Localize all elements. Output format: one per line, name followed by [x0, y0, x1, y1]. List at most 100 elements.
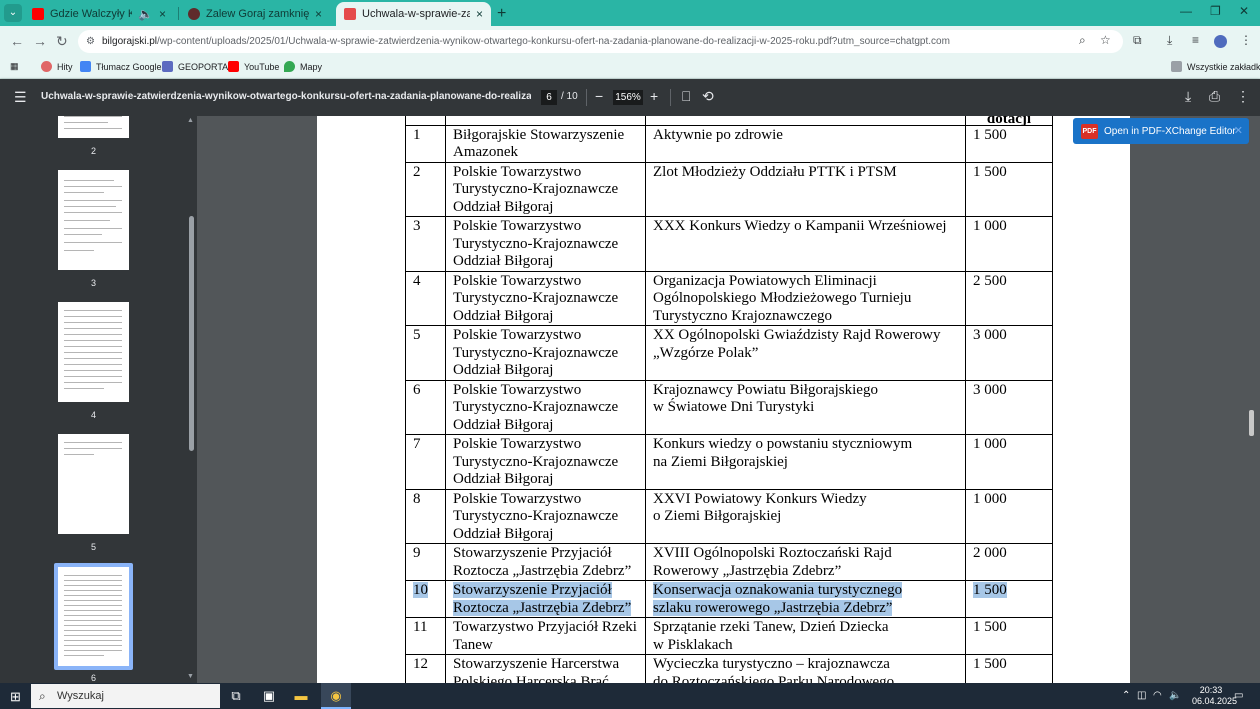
close-window-button[interactable]: ✕	[1239, 4, 1249, 18]
new-tab-button[interactable]: +	[497, 5, 506, 23]
zoom-in-button[interactable]: +	[650, 88, 658, 104]
tab-search-button[interactable]: ⌄	[4, 4, 22, 22]
zoom-out-button[interactable]: −	[595, 88, 603, 104]
bookmark-mapy[interactable]: Mapy	[284, 61, 322, 72]
tab-youtube[interactable]: Gdzie Walczyły Krasnoludy 🔈 ×	[24, 2, 174, 26]
task-view-icon[interactable]: ⧉	[228, 688, 244, 704]
cell-number: 8	[405, 488, 446, 544]
sidebar-scrollbar[interactable]	[189, 216, 194, 451]
thumbnail-label: 5	[90, 542, 96, 552]
cell-task-line: w Pisklakach	[653, 636, 733, 653]
download-icon[interactable]: ⤓	[1167, 33, 1172, 48]
network-icon[interactable]: ◫	[1137, 690, 1146, 701]
zoom-input[interactable]: 156%	[613, 90, 643, 105]
close-icon[interactable]: ×	[476, 7, 483, 21]
rotate-icon[interactable]: ⟲	[702, 88, 714, 105]
all-bookmarks[interactable]: Wszystkie zakładki	[1171, 61, 1260, 72]
apps-icon[interactable]: ▦	[10, 61, 19, 72]
tab-separator	[178, 7, 179, 20]
bookmark-hity[interactable]: Hity	[41, 61, 73, 72]
cell-organization-line: Polskiego Harcerska Brać	[453, 673, 609, 684]
table-row: 11 Towarzystwo Przyjaciół Rzeki Tanew Sprzą…	[405, 617, 1053, 655]
volume-icon[interactable]: 🔈	[1169, 690, 1181, 701]
close-icon[interactable]: ✕	[1234, 124, 1243, 137]
back-button[interactable]: ←	[10, 33, 24, 49]
navigation-bar: ← → ↻ ⚙ bilgorajski.pl/wp-content/upload…	[0, 26, 1260, 57]
maximize-button[interactable]: ❐	[1210, 4, 1221, 18]
cell-amount-text: 3 000	[973, 327, 1007, 343]
table-row: 12 Stowarzyszenie Harcerstwa Polskiego Har…	[405, 654, 1053, 684]
cell-task: XX Ogólnopolski Gwiaździsty Rajd Rowerow…	[645, 325, 966, 381]
zoom-icon[interactable]: ⌕	[1079, 33, 1086, 48]
cell-number: 4	[405, 270, 446, 326]
cell-organization-line: Oddział Biłgoraj	[453, 416, 554, 433]
system-clock[interactable]: 20:33 06.04.2025	[1192, 685, 1237, 707]
bookmark-geoportal[interactable]: GEOPORTAL	[162, 61, 233, 72]
cell-task-line: w Światowe Dni Turystyki	[653, 399, 815, 415]
pdf-viewer[interactable]: dotacji 1 Biłgorajskie Stowarzyszenie Amaz…	[197, 116, 1260, 683]
print-icon[interactable]: ⎙	[1209, 88, 1220, 105]
profile-avatar[interactable]	[1214, 35, 1227, 48]
bookmark-tlumacz[interactable]: Tłumacz Google	[80, 61, 162, 72]
speaker-icon[interactable]: 🔈	[138, 7, 153, 21]
cell-number-text: 9	[413, 545, 421, 561]
notifications-icon[interactable]: ▭	[1234, 690, 1243, 701]
download-icon[interactable]: ⤓	[1185, 88, 1191, 105]
cell-task: Krajoznawcy Powiatu Biłgorajskiego w Świa…	[645, 379, 966, 435]
minimize-button[interactable]: —	[1180, 4, 1192, 18]
site-info-icon[interactable]: ⚙	[86, 30, 95, 53]
scroll-up-arrow[interactable]: ▲	[187, 117, 194, 124]
file-explorer-icon[interactable]: ▬	[293, 688, 309, 704]
scroll-down-arrow[interactable]: ▼	[187, 673, 194, 680]
fit-page-icon[interactable]: ⎕	[682, 88, 690, 105]
tab-title: Gdzie Walczyły Krasnoludy	[50, 8, 133, 20]
thumbnail-page-4[interactable]	[58, 302, 129, 402]
menu-icon[interactable]: ☰	[14, 89, 27, 106]
cell-task-line: „Wzgórze Polak”	[653, 344, 759, 361]
cell-task-line: XXVI Powiatowy Konkurs Wiedzy	[653, 490, 867, 507]
maps-icon	[284, 61, 295, 72]
close-icon[interactable]: ×	[315, 7, 322, 21]
cell-organization-line: Turystyczno-Krajoznawcze	[453, 344, 619, 361]
app-icon[interactable]: ▣	[261, 688, 277, 704]
cell-number-text: 6	[413, 381, 421, 398]
bookmark-youtube[interactable]: YouTube	[228, 61, 279, 72]
bookmark-label: GEOPORTAL	[178, 61, 234, 72]
extensions-icon[interactable]: ⧉	[1133, 33, 1142, 48]
address-bar[interactable]: ⚙ bilgorajski.pl/wp-content/uploads/2025…	[78, 30, 1123, 53]
windows-start-icon[interactable]: ⊞	[10, 689, 21, 705]
tray-chevron-icon[interactable]: ⌃	[1122, 690, 1130, 701]
cell-amount: 1 500	[965, 654, 1053, 683]
cell-task-line: Wycieczka turystyczno – krajoznawcza	[653, 656, 890, 672]
close-icon[interactable]: ×	[159, 7, 166, 21]
cell-amount: 1 500	[965, 580, 1053, 618]
taskbar-search[interactable]: ⌕ Wyszukaj	[31, 684, 220, 708]
thumbnail-page-5[interactable]	[58, 434, 129, 534]
browser-menu-icon[interactable]: ⋮	[1240, 33, 1252, 47]
cell-number: 1	[405, 124, 446, 163]
more-options-icon[interactable]: ⋮	[1236, 88, 1250, 105]
cell-task-line: Konserwacja oznakowania turystycznego	[653, 582, 903, 598]
wifi-icon[interactable]: ◠	[1153, 690, 1162, 701]
pdfx-open-banner[interactable]: PDF Open in PDF-XChange Editor ✕	[1073, 118, 1249, 144]
cell-amount-text: 3 000	[973, 381, 1007, 398]
tab-cast-icon[interactable]: ≡	[1192, 33, 1199, 47]
thumbnail-page-3[interactable]	[58, 170, 129, 270]
table-row: 4 Polskie Towarzystwo Turystyczno-Krajozna…	[405, 270, 1053, 326]
viewer-scrollbar[interactable]	[1249, 410, 1254, 436]
reload-button[interactable]: ↻	[56, 33, 68, 50]
tab-pdf[interactable]: Uchwala-w-sprawie-zatwierdzenia ×	[336, 2, 491, 26]
chrome-icon: ◉	[330, 688, 342, 703]
thumbnail-label: 6	[90, 673, 96, 683]
pdf-page: dotacji 1 Biłgorajskie Stowarzyszenie Amaz…	[317, 116, 1130, 683]
thumbnail-page-2[interactable]	[58, 116, 129, 138]
grant-table: dotacji 1 Biłgorajskie Stowarzyszenie Amaz…	[405, 116, 1053, 683]
page-number-input[interactable]: 6	[541, 90, 557, 105]
cell-number: 2	[405, 161, 446, 217]
tab-zalew[interactable]: Zalew Goraj zamknięty? ×	[180, 2, 330, 26]
forward-button[interactable]: →	[33, 33, 47, 49]
cell-organization-line: Turystyczno-Krajoznawcze	[453, 399, 619, 415]
bookmark-star-icon[interactable]: ☆	[1100, 33, 1111, 47]
url-path: /wp-content/uploads/2025/01/Uchwala-w-sp…	[157, 36, 950, 47]
cell-amount-text: 1 500	[973, 582, 1007, 598]
